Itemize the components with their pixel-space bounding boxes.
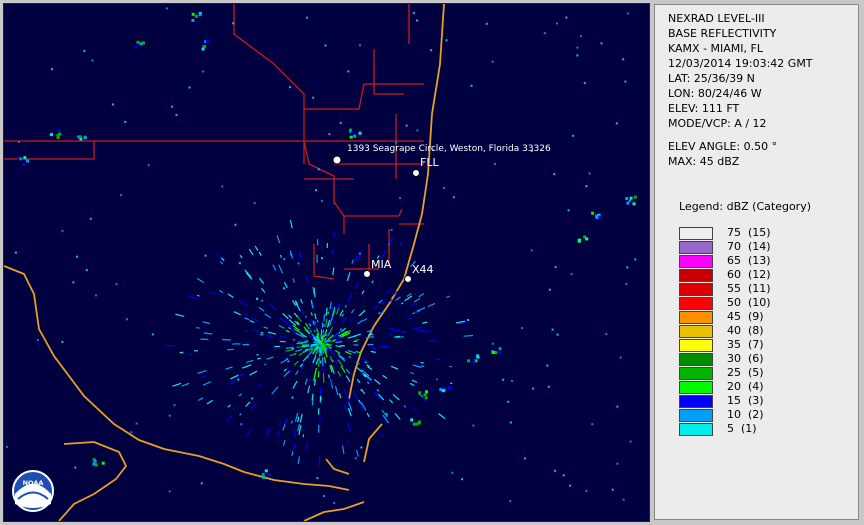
legend-swatch [679,269,713,282]
product-name: NEXRAD LEVEL-III [668,11,765,26]
legend-swatch [679,255,713,268]
legend-swatch [679,423,713,436]
legend-label: 70 (14) [727,240,771,253]
mode-vcp: MODE/VCP: A / 12 [668,116,767,131]
legend-swatch [679,381,713,394]
station-label-fll: FLL [420,156,439,169]
station-marker-x44[interactable] [405,276,412,283]
legend-label: 20 (4) [727,380,764,393]
legend-swatch [679,395,713,408]
site-elevation: ELEV: 111 FT [668,101,739,116]
legend-label: 50 (10) [727,296,771,309]
legend-label: 65 (13) [727,254,771,267]
legend-label: 35 (7) [727,338,764,351]
legend-label: 30 (6) [727,352,764,365]
legend-label: 75 (15) [727,226,771,239]
scan-datetime: 12/03/2014 19:03:42 GMT [668,56,813,71]
radar-map-canvas: 1393 Seagrape Circle, Weston, Florida 33… [4,4,649,521]
legend-swatch [679,353,713,366]
legend-swatch [679,227,713,240]
radar-map[interactable]: 1393 Seagrape Circle, Weston, Florida 33… [3,3,650,522]
radar-site: KAMX - MIAMI, FL [668,41,763,56]
station-marker-mia[interactable] [364,271,371,278]
legend-label: 25 (5) [727,366,764,379]
site-longitude: LON: 80/24/46 W [668,86,762,101]
noaa-logo-text: NOAA [23,479,44,487]
noaa-logo: NOAA [13,471,53,511]
elevation-angle: ELEV ANGLE: 0.50 ° [668,139,777,154]
legend-swatch [679,241,713,254]
station-marker-fll[interactable] [413,170,420,177]
legend-swatch [679,297,713,310]
info-panel: NEXRAD LEVEL-III BASE REFLECTIVITY KAMX … [654,4,859,520]
legend-label: 10 (2) [727,408,764,421]
legend-swatch [679,311,713,324]
station-label-x44: X44 [412,263,434,276]
legend-title: Legend: dBZ (Category) [679,200,811,213]
radar-echoes [6,8,637,504]
legend-swatch [679,325,713,338]
legend-label: 55 (11) [727,282,771,295]
max-reflectivity: MAX: 45 dBZ [668,154,739,169]
legend-swatch [679,339,713,352]
address-label: 1393 Seagrape Circle, Weston, Florida 33… [347,144,551,154]
legend-swatch [679,409,713,422]
legend-swatch [679,367,713,380]
legend-label: 60 (12) [727,268,771,281]
legend-label: 40 (8) [727,324,764,337]
site-latitude: LAT: 25/36/39 N [668,71,755,86]
legend-label: 45 (9) [727,310,764,323]
legend-label: 5 (1) [727,422,757,435]
address-marker[interactable] [333,156,341,164]
legend-swatch [679,283,713,296]
legend-label: 15 (3) [727,394,764,407]
station-label-mia: MIA [371,258,392,271]
product-type: BASE REFLECTIVITY [668,26,776,41]
